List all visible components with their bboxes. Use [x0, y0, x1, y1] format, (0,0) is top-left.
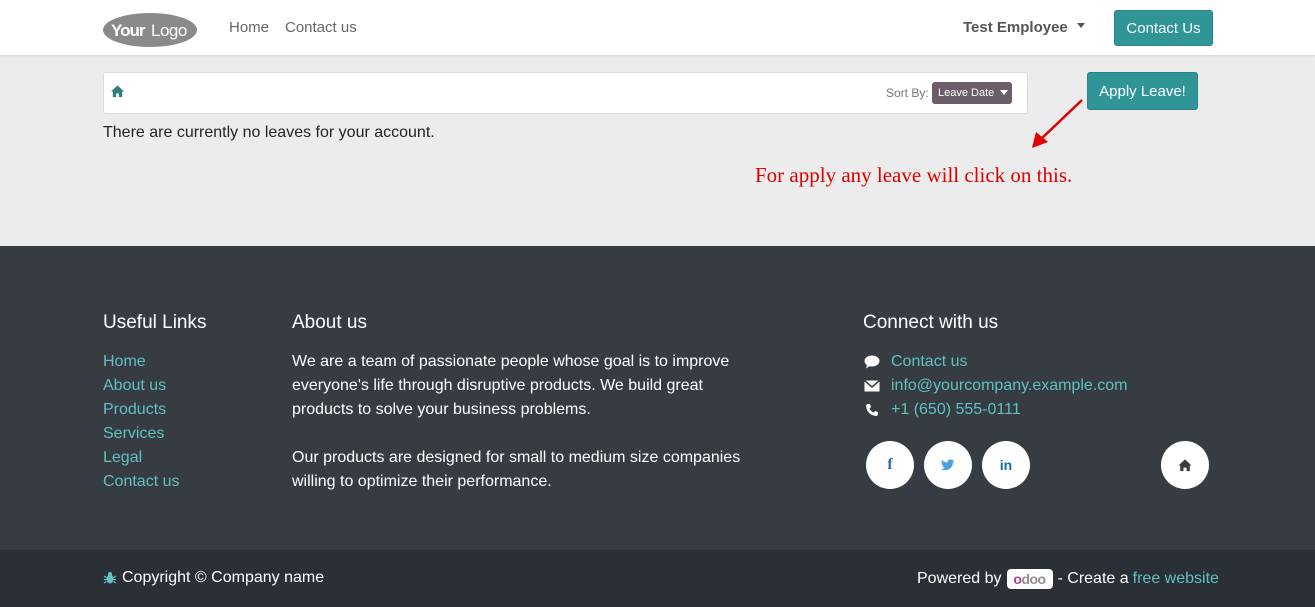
odoo-logo[interactable]: o doo: [1006, 569, 1053, 589]
connect-list: Contact us info@yourcompany.example.com …: [863, 350, 1128, 422]
annotation-text: For apply any leave will click on this.: [755, 163, 1073, 187]
comment-icon: [863, 355, 881, 369]
bug-icon: [103, 572, 117, 584]
powered-by: Powered by o doo - Create a free website: [917, 569, 1219, 589]
copyright-text: Copyright © Company name: [122, 569, 325, 586]
connect-phone-label[interactable]: +1 (650) 555-0111: [891, 398, 1021, 422]
breadcrumb: Sort By: Leave Date: [103, 72, 1028, 114]
footer-link-products[interactable]: Products: [103, 398, 179, 422]
footer-link-contact[interactable]: Contact us: [103, 470, 179, 494]
connect-heading: Connect with us: [863, 312, 999, 333]
facebook-button[interactable]: f: [866, 441, 914, 489]
about-paragraph: We are a team of passionate people whose…: [292, 353, 730, 418]
copyright: Copyright © Company name: [103, 569, 324, 587]
sort-by-value: Leave Date: [938, 87, 995, 99]
caret-down-icon: [1000, 89, 1009, 95]
phone-icon: [863, 403, 881, 417]
linkedin-icon: in: [999, 457, 1013, 473]
caret-down-icon: [1076, 23, 1085, 28]
about-paragraph: Our products are designed for small to m…: [292, 449, 741, 490]
sort-by-dropdown[interactable]: Leave Date: [932, 82, 1012, 104]
useful-links-list: Home About us Products Services Legal Co…: [103, 350, 179, 494]
footer-link-legal[interactable]: Legal: [103, 446, 179, 470]
home-button[interactable]: [1161, 441, 1209, 489]
sort-by-label: Sort By:: [886, 86, 929, 100]
useful-links-heading: Useful Links: [103, 312, 207, 333]
top-navbar: Your Logo Home Contact us Test Employee …: [0, 0, 1315, 56]
home-icon[interactable]: [110, 84, 125, 99]
facebook-icon: f: [887, 456, 893, 473]
connect-email-item[interactable]: info@yourcompany.example.com: [863, 374, 1128, 398]
home-icon: [1178, 458, 1192, 471]
connect-email-label[interactable]: info@yourcompany.example.com: [891, 374, 1128, 398]
annotation-arrow-icon: [1032, 99, 1083, 148]
connect-phone-item[interactable]: +1 (650) 555-0111: [863, 398, 1128, 422]
envelope-icon: [863, 379, 881, 393]
nav-home-link[interactable]: Home: [229, 19, 269, 36]
twitter-button[interactable]: [924, 441, 972, 489]
connect-contact-item[interactable]: Contact us: [863, 350, 1128, 374]
empty-leaves-message: There are currently no leaves for your a…: [103, 124, 435, 141]
footer-link-services[interactable]: Services: [103, 422, 179, 446]
user-menu-dropdown[interactable]: Test Employee: [963, 19, 1085, 36]
twitter-icon: [941, 459, 955, 471]
create-a-label: - Create a: [1057, 570, 1129, 587]
connect-contact-label[interactable]: Contact us: [891, 350, 967, 374]
footer-link-home[interactable]: Home: [103, 350, 179, 374]
footer: Useful Links Home About us Products Serv…: [0, 246, 1315, 550]
powered-by-label: Powered by: [917, 570, 1002, 587]
contact-us-button[interactable]: Contact Us: [1114, 10, 1213, 46]
company-logo[interactable]: Your Logo: [102, 12, 198, 48]
user-name: Test Employee: [963, 19, 1068, 36]
about-us-heading: About us: [292, 312, 367, 333]
svg-text:Logo: Logo: [151, 21, 187, 40]
free-website-link[interactable]: free website: [1133, 570, 1219, 588]
about-us-text: We are a team of passionate people whose…: [292, 350, 742, 494]
bottom-bar: Copyright © Company name Powered by o doo…: [0, 550, 1315, 607]
linkedin-button[interactable]: in: [982, 441, 1030, 489]
apply-leave-button[interactable]: Apply Leave!: [1087, 72, 1198, 110]
svg-text:Your: Your: [111, 21, 146, 40]
footer-link-about[interactable]: About us: [103, 374, 179, 398]
nav-contact-link[interactable]: Contact us: [285, 19, 357, 36]
